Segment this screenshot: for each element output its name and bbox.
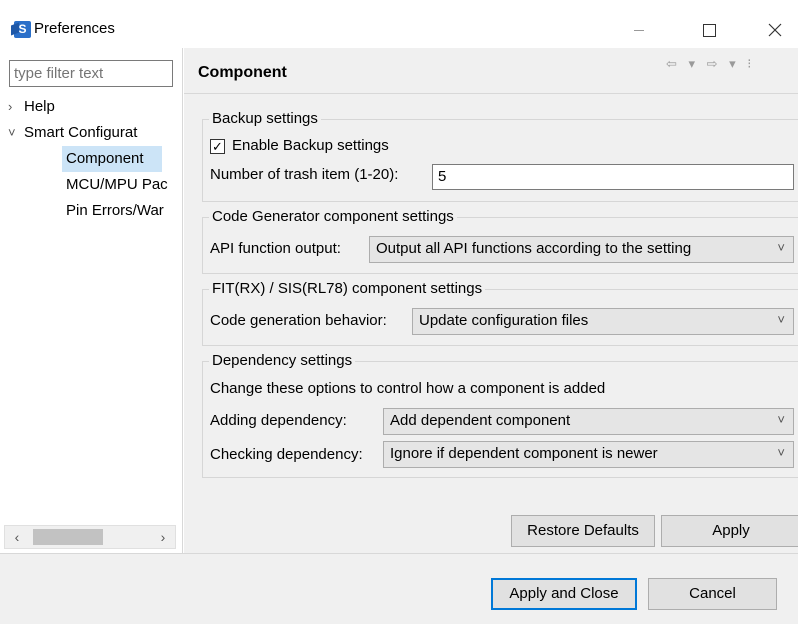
api-function-output-label: API function output: bbox=[210, 240, 341, 257]
checking-dependency-label: Checking dependency: bbox=[210, 446, 363, 463]
tree-item-label: Help bbox=[24, 98, 55, 115]
group-title: Backup settings bbox=[209, 110, 321, 127]
title-bar: S Preferences bbox=[0, 0, 798, 48]
select-value: Update configuration files bbox=[419, 312, 589, 329]
page-title: Component bbox=[198, 64, 287, 81]
enable-backup-label: Enable Backup settings bbox=[232, 137, 389, 154]
app-logo-icon: S bbox=[14, 21, 31, 38]
filter-input[interactable] bbox=[9, 60, 173, 87]
tree-item-mcu-mpu-package[interactable]: MCU/MPU Pac bbox=[66, 172, 180, 198]
group-title: Code Generator component settings bbox=[209, 208, 457, 225]
navigation-arrows-icon[interactable]: ⇦ ▾ ⇨ ▾ ⁝ bbox=[666, 56, 755, 72]
select-value: Add dependent component bbox=[390, 412, 571, 429]
tree-item-label: Smart Configurat bbox=[24, 124, 138, 141]
code-generator-settings-group: Code Generator component settings API fu… bbox=[202, 208, 798, 274]
select-value: Ignore if dependent component is newer bbox=[390, 445, 658, 462]
minimize-button[interactable] bbox=[616, 12, 662, 48]
preference-tree-pane: ›Help ˅Smart Configurat Component MCU/MP… bbox=[0, 48, 183, 553]
scroll-left-icon[interactable]: ‹ bbox=[7, 528, 27, 546]
select-value: Output all API functions according to th… bbox=[376, 240, 692, 257]
chevron-down-icon: ˅ bbox=[777, 312, 785, 327]
dependency-description: Change these options to control how a co… bbox=[210, 380, 606, 397]
tree-item-help[interactable]: › Help bbox=[8, 94, 178, 120]
horizontal-scrollbar[interactable]: ‹ › bbox=[4, 525, 176, 549]
enable-backup-checkbox[interactable]: ✓ bbox=[210, 139, 225, 154]
tree-item-label: Component bbox=[66, 150, 144, 167]
maximize-icon bbox=[702, 23, 716, 37]
dialog-footer: Apply and Close Cancel bbox=[0, 553, 798, 624]
api-function-output-select[interactable]: Output all API functions according to th… bbox=[369, 236, 794, 263]
checking-dependency-select[interactable]: Ignore if dependent component is newer ˅ bbox=[383, 441, 794, 468]
window-title: Preferences bbox=[34, 20, 115, 37]
scrollbar-thumb[interactable] bbox=[33, 529, 103, 545]
code-generation-behavior-select[interactable]: Update configuration files ˅ bbox=[412, 308, 794, 335]
chevron-down-icon: ˅ bbox=[777, 445, 785, 460]
group-title: Dependency settings bbox=[209, 352, 356, 369]
trash-item-label: Number of trash item (1-20): bbox=[210, 166, 399, 183]
cancel-button[interactable]: Cancel bbox=[648, 578, 777, 610]
adding-dependency-select[interactable]: Add dependent component ˅ bbox=[383, 408, 794, 435]
tree-item-label: Pin Errors/War bbox=[66, 202, 164, 219]
adding-dependency-label: Adding dependency: bbox=[210, 412, 347, 429]
maximize-button[interactable] bbox=[686, 12, 732, 48]
close-icon bbox=[768, 23, 782, 37]
backup-settings-group: Backup settings ✓ Enable Backup settings… bbox=[202, 110, 798, 202]
chevron-down-icon: ˅ bbox=[777, 240, 785, 255]
apply-and-close-button[interactable]: Apply and Close bbox=[491, 578, 637, 610]
group-title: FIT(RX) / SIS(RL78) component settings bbox=[209, 280, 486, 297]
scroll-right-icon[interactable]: › bbox=[153, 528, 173, 546]
chevron-right-icon[interactable]: › bbox=[8, 94, 24, 120]
app-logo-letter: S bbox=[18, 22, 27, 36]
chevron-down-icon[interactable]: ˅ bbox=[8, 120, 24, 146]
tree-item-component[interactable]: Component bbox=[62, 146, 162, 172]
tree-item-pin-errors-warnings[interactable]: Pin Errors/War bbox=[66, 198, 180, 224]
tree-item-smart-configurator[interactable]: ˅ Smart Configurat bbox=[8, 120, 178, 146]
page-header: Component ⇦ ▾ ⇨ ▾ ⁝ bbox=[184, 48, 798, 94]
code-generation-behavior-label: Code generation behavior: bbox=[210, 312, 387, 329]
dependency-settings-group: Dependency settings Change these options… bbox=[202, 352, 798, 478]
restore-defaults-button[interactable]: Restore Defaults bbox=[511, 515, 655, 547]
chevron-down-icon: ˅ bbox=[777, 412, 785, 427]
fit-sis-settings-group: FIT(RX) / SIS(RL78) component settings C… bbox=[202, 280, 798, 346]
preference-page: Component ⇦ ▾ ⇨ ▾ ⁝ Backup settings ✓ En… bbox=[184, 48, 798, 553]
apply-button[interactable]: Apply bbox=[661, 515, 798, 547]
minimize-icon bbox=[634, 29, 644, 31]
close-button[interactable] bbox=[752, 12, 798, 48]
trash-item-input[interactable]: 5 bbox=[432, 164, 794, 190]
tree-item-label: MCU/MPU Pac bbox=[66, 176, 168, 193]
